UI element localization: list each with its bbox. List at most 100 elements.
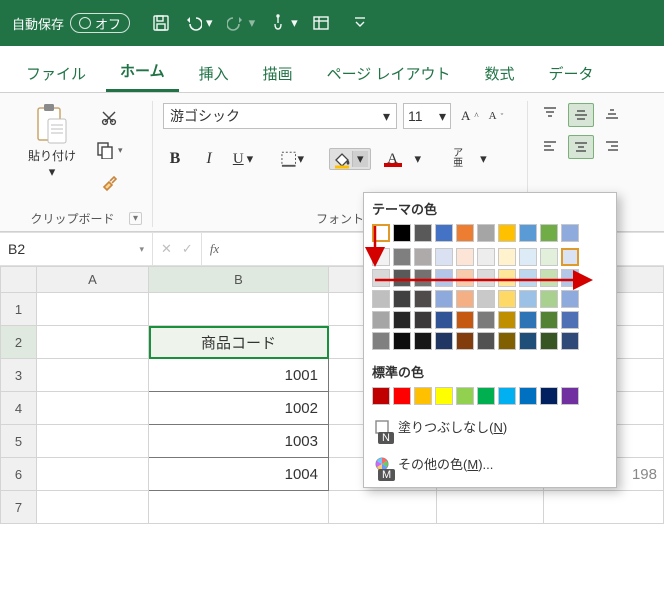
shade-swatch[interactable] — [477, 269, 495, 287]
border-button[interactable]: ▾ — [280, 147, 304, 171]
italic-button[interactable]: I — [197, 147, 221, 171]
shade-swatch[interactable] — [435, 311, 453, 329]
standard-swatch[interactable] — [456, 387, 474, 405]
shade-swatch[interactable] — [414, 290, 432, 308]
shade-swatch[interactable] — [498, 290, 516, 308]
theme-swatch[interactable] — [477, 224, 495, 242]
shade-swatch[interactable] — [540, 248, 558, 266]
row-header-2[interactable]: 2 — [1, 326, 37, 359]
theme-swatch[interactable] — [372, 224, 390, 242]
align-top-button[interactable] — [538, 103, 562, 125]
standard-swatch[interactable] — [435, 387, 453, 405]
shade-swatch[interactable] — [498, 311, 516, 329]
shade-swatch[interactable] — [414, 248, 432, 266]
row-header-5[interactable]: 5 — [1, 425, 37, 458]
align-center-button[interactable] — [568, 135, 594, 159]
bold-button[interactable]: B — [163, 147, 187, 171]
tab-home[interactable]: ホーム — [106, 52, 179, 92]
shade-swatch[interactable] — [519, 290, 537, 308]
shade-swatch[interactable] — [456, 311, 474, 329]
tab-insert[interactable]: 挿入 — [185, 55, 243, 92]
copy-button[interactable]: ▾ — [92, 137, 127, 163]
standard-swatch[interactable] — [540, 387, 558, 405]
fx-icon[interactable]: fx — [202, 233, 227, 265]
tab-data[interactable]: データ — [535, 55, 608, 92]
shade-swatch[interactable] — [435, 332, 453, 350]
shade-swatch[interactable] — [372, 290, 390, 308]
decrease-font-button[interactable]: Aˇ — [485, 104, 508, 128]
name-box[interactable]: B2 ▾ — [0, 233, 153, 265]
shade-swatch[interactable] — [540, 332, 558, 350]
shade-swatch[interactable] — [477, 248, 495, 266]
shade-swatch[interactable] — [372, 311, 390, 329]
standard-swatch[interactable] — [393, 387, 411, 405]
shade-swatch[interactable] — [393, 311, 411, 329]
redo-button[interactable]: ▾ — [227, 14, 256, 32]
shade-swatch[interactable] — [519, 269, 537, 287]
shade-swatch[interactable] — [561, 248, 579, 266]
col-header-b[interactable]: B — [149, 267, 329, 293]
no-fill-button[interactable]: 塗りつぶしなし(N) N — [372, 411, 608, 442]
shade-swatch[interactable] — [561, 311, 579, 329]
autosave-toggle[interactable]: 自動保存 オフ — [12, 13, 130, 33]
chevron-down-icon[interactable]: ▾ — [415, 151, 422, 167]
font-size-select[interactable]: 11 ▾ — [403, 103, 451, 129]
shade-swatch[interactable] — [477, 311, 495, 329]
shade-swatch[interactable] — [477, 332, 495, 350]
cell-b5[interactable]: 1003 — [149, 425, 329, 458]
enter-formula-button[interactable]: ✓ — [182, 241, 193, 257]
shade-swatch[interactable] — [540, 311, 558, 329]
theme-swatch[interactable] — [414, 224, 432, 242]
theme-swatch[interactable] — [456, 224, 474, 242]
cell-b4[interactable]: 1002 — [149, 392, 329, 425]
row-header-7[interactable]: 7 — [1, 491, 37, 524]
shade-swatch[interactable] — [435, 248, 453, 266]
shade-swatch[interactable] — [393, 332, 411, 350]
shade-swatch[interactable] — [456, 248, 474, 266]
shade-swatch[interactable] — [456, 290, 474, 308]
tab-file[interactable]: ファイル — [12, 55, 100, 92]
shade-swatch[interactable] — [498, 248, 516, 266]
shade-swatch[interactable] — [498, 269, 516, 287]
shade-swatch[interactable] — [561, 269, 579, 287]
shade-swatch[interactable] — [393, 290, 411, 308]
standard-swatch[interactable] — [477, 387, 495, 405]
increase-font-button[interactable]: A^ — [457, 104, 483, 128]
shade-swatch[interactable] — [519, 332, 537, 350]
shade-swatch[interactable] — [414, 269, 432, 287]
standard-swatch[interactable] — [519, 387, 537, 405]
shade-swatch[interactable] — [372, 332, 390, 350]
row-header-3[interactable]: 3 — [1, 359, 37, 392]
shade-swatch[interactable] — [561, 290, 579, 308]
save-button[interactable] — [152, 14, 170, 32]
format-painter-button[interactable] — [92, 169, 127, 195]
chevron-down-icon[interactable]: ▾ — [480, 151, 487, 167]
shade-swatch[interactable] — [393, 248, 411, 266]
shade-swatch[interactable] — [372, 269, 390, 287]
theme-swatch[interactable] — [540, 224, 558, 242]
cut-button[interactable] — [92, 105, 127, 131]
undo-button[interactable]: ▾ — [184, 14, 213, 32]
row-header-4[interactable]: 4 — [1, 392, 37, 425]
tab-page-layout[interactable]: ページ レイアウト — [313, 55, 465, 92]
shade-swatch[interactable] — [498, 332, 516, 350]
col-header-a[interactable]: A — [37, 267, 149, 293]
tab-draw[interactable]: 描画 — [249, 55, 307, 92]
shade-swatch[interactable] — [519, 248, 537, 266]
theme-swatch[interactable] — [561, 224, 579, 242]
shade-swatch[interactable] — [540, 290, 558, 308]
theme-swatch[interactable] — [435, 224, 453, 242]
shade-swatch[interactable] — [519, 311, 537, 329]
align-middle-button[interactable] — [568, 103, 594, 127]
font-color-button[interactable]: A — [381, 147, 405, 171]
shade-swatch[interactable] — [540, 269, 558, 287]
shade-swatch[interactable] — [393, 269, 411, 287]
shade-swatch[interactable] — [414, 332, 432, 350]
shade-swatch[interactable] — [372, 248, 390, 266]
row-header-1[interactable]: 1 — [1, 293, 37, 326]
paste-button[interactable]: 貼り付け ▾ — [22, 103, 82, 180]
shade-swatch[interactable] — [456, 332, 474, 350]
shade-swatch[interactable] — [477, 290, 495, 308]
fill-color-button[interactable]: ▾ — [329, 148, 371, 170]
phonetic-button[interactable]: ア 亜 — [446, 147, 470, 171]
